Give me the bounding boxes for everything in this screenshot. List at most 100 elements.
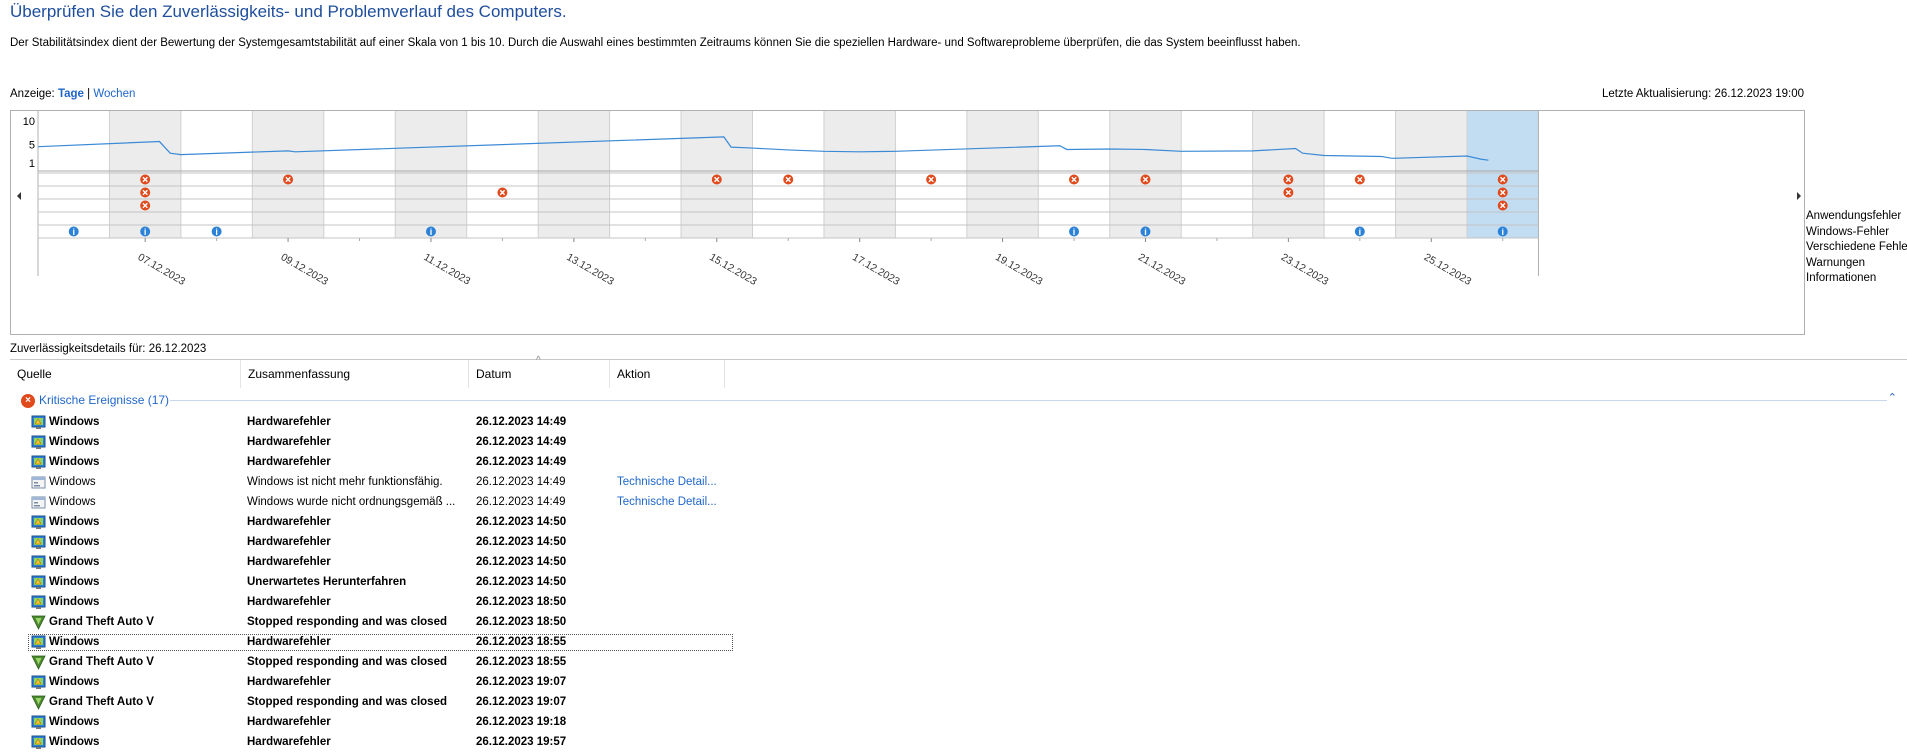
row-source: Windows: [49, 516, 100, 528]
row-summary: Hardwarefehler: [247, 436, 331, 448]
row-action-link[interactable]: Technische Detail...: [617, 476, 717, 488]
table-row[interactable]: Windows Hardwarefehler 26.12.2023 14:50: [10, 533, 1907, 553]
table-row[interactable]: Windows Hardwarefehler 26.12.2023 18:50: [10, 593, 1907, 613]
row-source: Windows: [49, 416, 100, 428]
table-row[interactable]: Grand Theft Auto V Stopped responding and…: [10, 653, 1907, 673]
table-row[interactable]: Windows Hardwarefehler 26.12.2023 19:07: [10, 673, 1907, 693]
table-row[interactable]: Windows Hardwarefehler 26.12.2023 19:57: [10, 733, 1907, 753]
view-days-link[interactable]: Tage: [58, 88, 84, 100]
scroll-left-icon[interactable]: [17, 192, 21, 200]
information-glyph: i: [1144, 227, 1147, 237]
chart-day-column[interactable]: [38, 111, 110, 238]
chart-day-column[interactable]: [466, 111, 539, 238]
chevron-up-icon[interactable]: ⌃: [1888, 391, 1897, 404]
row-summary: Hardwarefehler: [247, 596, 331, 608]
x-tick-label: 19.12.2023: [993, 251, 1045, 288]
row-summary: Windows ist nicht mehr funktionsfähig.: [247, 476, 443, 488]
chart-day-column[interactable]: [1395, 111, 1467, 238]
row-summary: Hardwarefehler: [247, 516, 331, 528]
table-row[interactable]: Windows Hardwarefehler 26.12.2023 14:49: [10, 433, 1907, 453]
table-row[interactable]: Windows Hardwarefehler 26.12.2023 14:49: [10, 453, 1907, 473]
row-date: 26.12.2023 14:49: [476, 456, 567, 468]
window-app-icon: [31, 495, 46, 510]
gta-v-icon: [31, 655, 46, 670]
row-date: 26.12.2023 19:18: [476, 716, 567, 728]
row-source: Windows: [49, 476, 96, 488]
chart-day-column[interactable]: [323, 111, 396, 238]
table-rows: Windows Hardwarefehler 26.12.2023 14:49 Win…: [10, 413, 1907, 753]
information-glyph: i: [215, 227, 218, 237]
hardware-error-icon: [31, 675, 46, 690]
chart-day-column[interactable]: [1181, 111, 1253, 238]
row-source: Windows: [49, 436, 100, 448]
last-update: Letzte Aktualisierung: 26.12.2023 19:00: [1601, 88, 1804, 100]
chart-day-column[interactable]: [538, 111, 610, 238]
row-label-windows-errors: Windows-Fehler: [1806, 225, 1890, 238]
row-label-information: Informationen: [1806, 272, 1877, 284]
table-row[interactable]: Windows Windows ist nicht mehr funktionsf…: [10, 473, 1907, 493]
hardware-error-icon: [31, 555, 46, 570]
page-description: Der Stabilitätsindex dient der Bewertung…: [10, 37, 1301, 49]
chart-day-column[interactable]: [966, 111, 1039, 238]
group-critical-events[interactable]: × Kritische Ereignisse (17) ⌃: [10, 389, 1907, 411]
scroll-right-icon[interactable]: [1797, 192, 1801, 200]
row-source: Grand Theft Auto V: [49, 616, 154, 628]
gta-v-icon: [31, 615, 46, 630]
reliability-chart-svg[interactable]: 10 5 1 i i i i i i i i 07.12.2023 09.12.2023 11.12.20…: [11, 111, 1804, 334]
column-header-source[interactable]: Quelle: [10, 360, 241, 388]
table-header: Quelle Zusammenfassung Datum Aktion ^: [10, 355, 1907, 388]
row-summary: Hardwarefehler: [247, 736, 331, 748]
table-row[interactable]: Windows Hardwarefehler 26.12.2023 19:18: [10, 713, 1907, 733]
row-summary: Hardwarefehler: [247, 716, 331, 728]
chart-day-column[interactable]: [395, 111, 467, 238]
row-source: Windows: [49, 636, 100, 648]
table-row[interactable]: Windows Windows wurde nicht ordnungsgemäß…: [10, 493, 1907, 513]
row-summary: Hardwarefehler: [247, 676, 331, 688]
hardware-error-icon: [31, 595, 46, 610]
table-row[interactable]: Windows Unerwartetes Herunterfahren 26.12.…: [10, 573, 1907, 593]
row-date: 26.12.2023 14:49: [476, 476, 566, 488]
row-date: 26.12.2023 18:55: [476, 656, 567, 668]
reliability-chart[interactable]: 10 5 1 i i i i i i i i 07.12.2023 09.12.2023 11.12.20…: [10, 110, 1805, 335]
row-summary: Stopped responding and was closed: [247, 696, 447, 708]
row-date: 26.12.2023 19:57: [476, 736, 567, 748]
chart-day-column[interactable]: [609, 111, 682, 238]
information-glyph: i: [144, 227, 147, 237]
table-row[interactable]: Windows Hardwarefehler 26.12.2023 14:49: [10, 413, 1907, 433]
hardware-error-icon: [31, 735, 46, 750]
window-app-icon: [31, 475, 46, 490]
view-selector: Anzeige: Tage | Wochen: [10, 88, 135, 100]
row-date: 26.12.2023 14:50: [476, 516, 567, 528]
sort-ascending-icon: ^: [536, 355, 541, 366]
view-separator: |: [87, 88, 91, 100]
group-label: Kritische Ereignisse (17): [39, 393, 170, 407]
table-row[interactable]: Grand Theft Auto V Stopped responding and…: [10, 693, 1907, 713]
view-weeks-link[interactable]: Wochen: [93, 88, 135, 100]
chart-day-column[interactable]: [180, 111, 253, 238]
row-source: Windows: [49, 576, 100, 588]
hardware-error-icon: [31, 515, 46, 530]
row-summary: Hardwarefehler: [247, 636, 331, 648]
row-date: 26.12.2023 18:50: [476, 596, 567, 608]
y-tick-label: 10: [23, 116, 35, 128]
hardware-error-icon: [31, 635, 46, 650]
gta-v-icon: [31, 695, 46, 710]
row-source: Windows: [49, 716, 100, 728]
row-summary: Hardwarefehler: [247, 456, 331, 468]
details-label: Zuverlässigkeitsdetails für: 26.12.2023: [10, 343, 207, 355]
information-glyph: i: [72, 227, 75, 237]
x-tick-label: 09.12.2023: [279, 251, 331, 288]
chart-day-column[interactable]: [823, 111, 896, 238]
table-row[interactable]: Windows Hardwarefehler 26.12.2023 14:50: [10, 553, 1907, 573]
row-source: Windows: [49, 456, 100, 468]
table-row[interactable]: Windows Hardwarefehler 26.12.2023 14:50: [10, 513, 1907, 533]
row-summary: Hardwarefehler: [247, 536, 331, 548]
table-row[interactable]: Windows Hardwarefehler 26.12.2023 18:55: [10, 633, 1907, 653]
column-header-summary[interactable]: Zusammenfassung: [241, 360, 469, 388]
row-source: Windows: [49, 596, 100, 608]
x-tick-label: 23.12.2023: [1279, 251, 1331, 288]
column-header-action[interactable]: Aktion: [610, 360, 725, 388]
hardware-error-icon: [31, 435, 46, 450]
table-row[interactable]: Grand Theft Auto V Stopped responding and…: [10, 613, 1907, 633]
row-action-link[interactable]: Technische Detail...: [617, 496, 717, 508]
